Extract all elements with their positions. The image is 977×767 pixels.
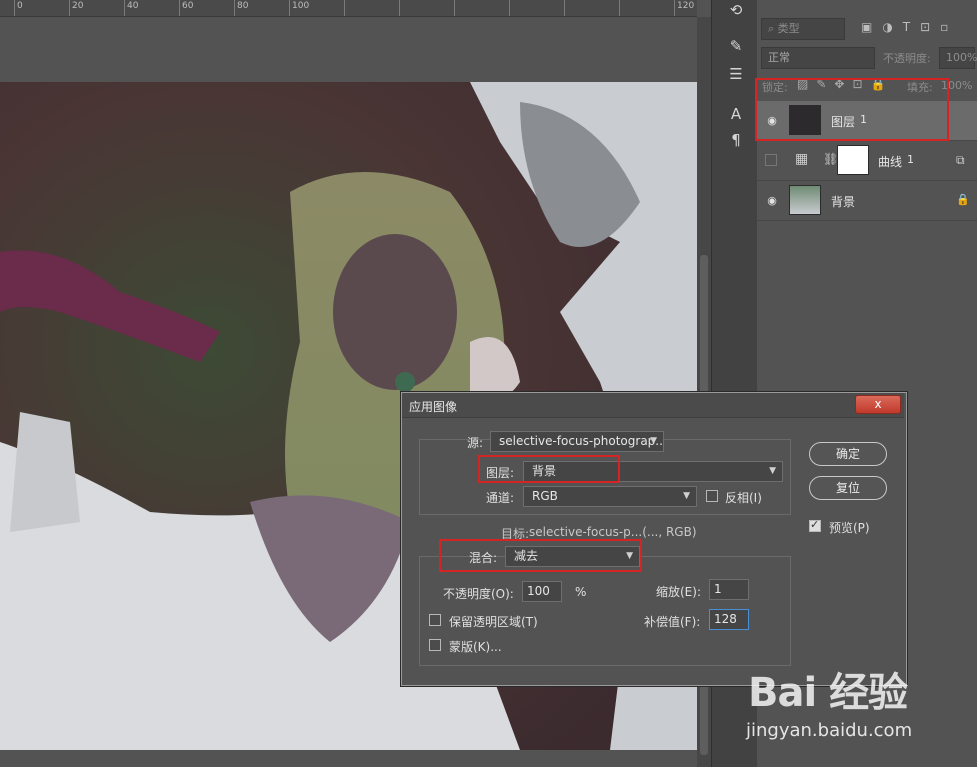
lock-icon: 🔒 [956,193,970,206]
preview-label: 预览(P) [829,521,870,535]
layer-name: 曲线 [878,155,903,169]
mask-thumbnail [837,145,869,175]
highlight-box-layer [755,78,949,141]
opacity-input-value: 100 [527,584,550,598]
layer-thumbnail [789,185,821,215]
channel-value: RGB [532,489,558,503]
offset-input-value: 128 [714,612,737,626]
scale-input[interactable]: 1 [709,579,749,600]
ruler-label: 100 [292,1,310,11]
offset-label: 补偿值(F): [644,615,701,629]
search-icon: ⌕ [768,22,775,35]
mask-checkbox[interactable] [429,639,441,651]
visibility-toggle-off[interactable] [765,154,777,166]
layer-filter-icons[interactable]: ▣◑T⊡▫ [861,20,958,34]
layer-filter-value: 类型 [777,22,800,35]
dialog-title: 应用图像 [409,400,458,414]
curves-adjustment-icon: ▦ [795,151,809,167]
watermark-url: jingyan.baidu.com [746,720,913,741]
dialog-titlebar[interactable]: 应用图像 x [402,393,904,418]
source-select[interactable]: selective-focus-photograp... ▼ [490,431,664,452]
ruler-label: 80 [237,1,249,11]
layer-filter-select[interactable]: ⌕ 类型 [761,18,845,40]
channel-label: 通道: [486,491,515,505]
ruler-label: 40 [127,1,139,11]
apply-image-dialog: 应用图像 x 源: selective-focus-photograp... ▼ … [401,392,907,686]
history-icon[interactable]: ⟲ [726,0,746,20]
channel-select[interactable]: RGB ▼ [523,486,697,507]
highlight-box-blending [439,539,642,572]
opacity-label: 不透明度: [883,52,931,65]
ok-button[interactable]: 确定 [809,442,887,466]
chevron-down-icon: ▼ [769,466,776,476]
ruler-label: 120 [677,1,695,11]
clip-icon: ⧉ [956,153,965,167]
source-label: 源: [467,436,484,450]
invert-label: 反相(I) [725,491,762,505]
source-value: selective-focus-photograp... [499,434,664,448]
layer-suffix: 1 [907,153,914,166]
character-icon[interactable]: A [726,104,746,124]
opacity-input[interactable]: 100 [522,581,562,602]
scale-label: 缩放(E): [656,585,701,599]
layer-name: 背景 [831,195,856,209]
brush-icon[interactable]: ✎ [726,36,746,56]
offset-input[interactable]: 128 [709,609,749,630]
reset-button[interactable]: 复位 [809,476,887,500]
layer-row-curves[interactable]: ▦ ⛓ 曲线 1 ⧉ [757,141,977,181]
preserve-transparency-checkbox[interactable] [429,614,441,626]
paragraph-icon[interactable]: ¶ [726,130,746,150]
invert-checkbox[interactable] [706,490,718,502]
mask-label: 蒙版(K)... [449,640,502,654]
baidu-logo: Bai 经验 [748,670,908,716]
chevron-down-icon: ▼ [650,436,657,446]
scale-input-value: 1 [714,582,722,596]
ruler-label: 0 [17,1,23,11]
preserve-transparency-label: 保留透明区域(T) [449,615,538,629]
ruler-label: 20 [72,1,84,11]
link-icon: ⛓ [823,152,839,166]
visibility-eye-icon[interactable]: ◉ [765,194,779,208]
opacity-label: 不透明度(O): [443,587,514,601]
percent-label: % [575,585,587,599]
target-value: selective-focus-p...(..., RGB) [529,525,697,539]
horizontal-ruler: 0 20 40 60 80 100 120 [0,0,697,17]
blend-mode-value: 正常 [768,51,790,64]
opacity-field[interactable]: 100% [939,47,977,69]
preview-checkbox[interactable] [809,518,821,532]
highlight-box-layer-field [478,455,620,483]
chevron-down-icon: ▼ [683,491,690,501]
layer-row-background[interactable]: ◉ 背景 🔒 [757,181,977,221]
ruler-label: 60 [182,1,194,11]
blend-mode-select[interactable]: 正常 [761,47,875,69]
adjustments-icon[interactable]: ☰ [726,64,746,84]
opacity-value: 100% [946,51,977,64]
close-button[interactable]: x [855,395,901,414]
